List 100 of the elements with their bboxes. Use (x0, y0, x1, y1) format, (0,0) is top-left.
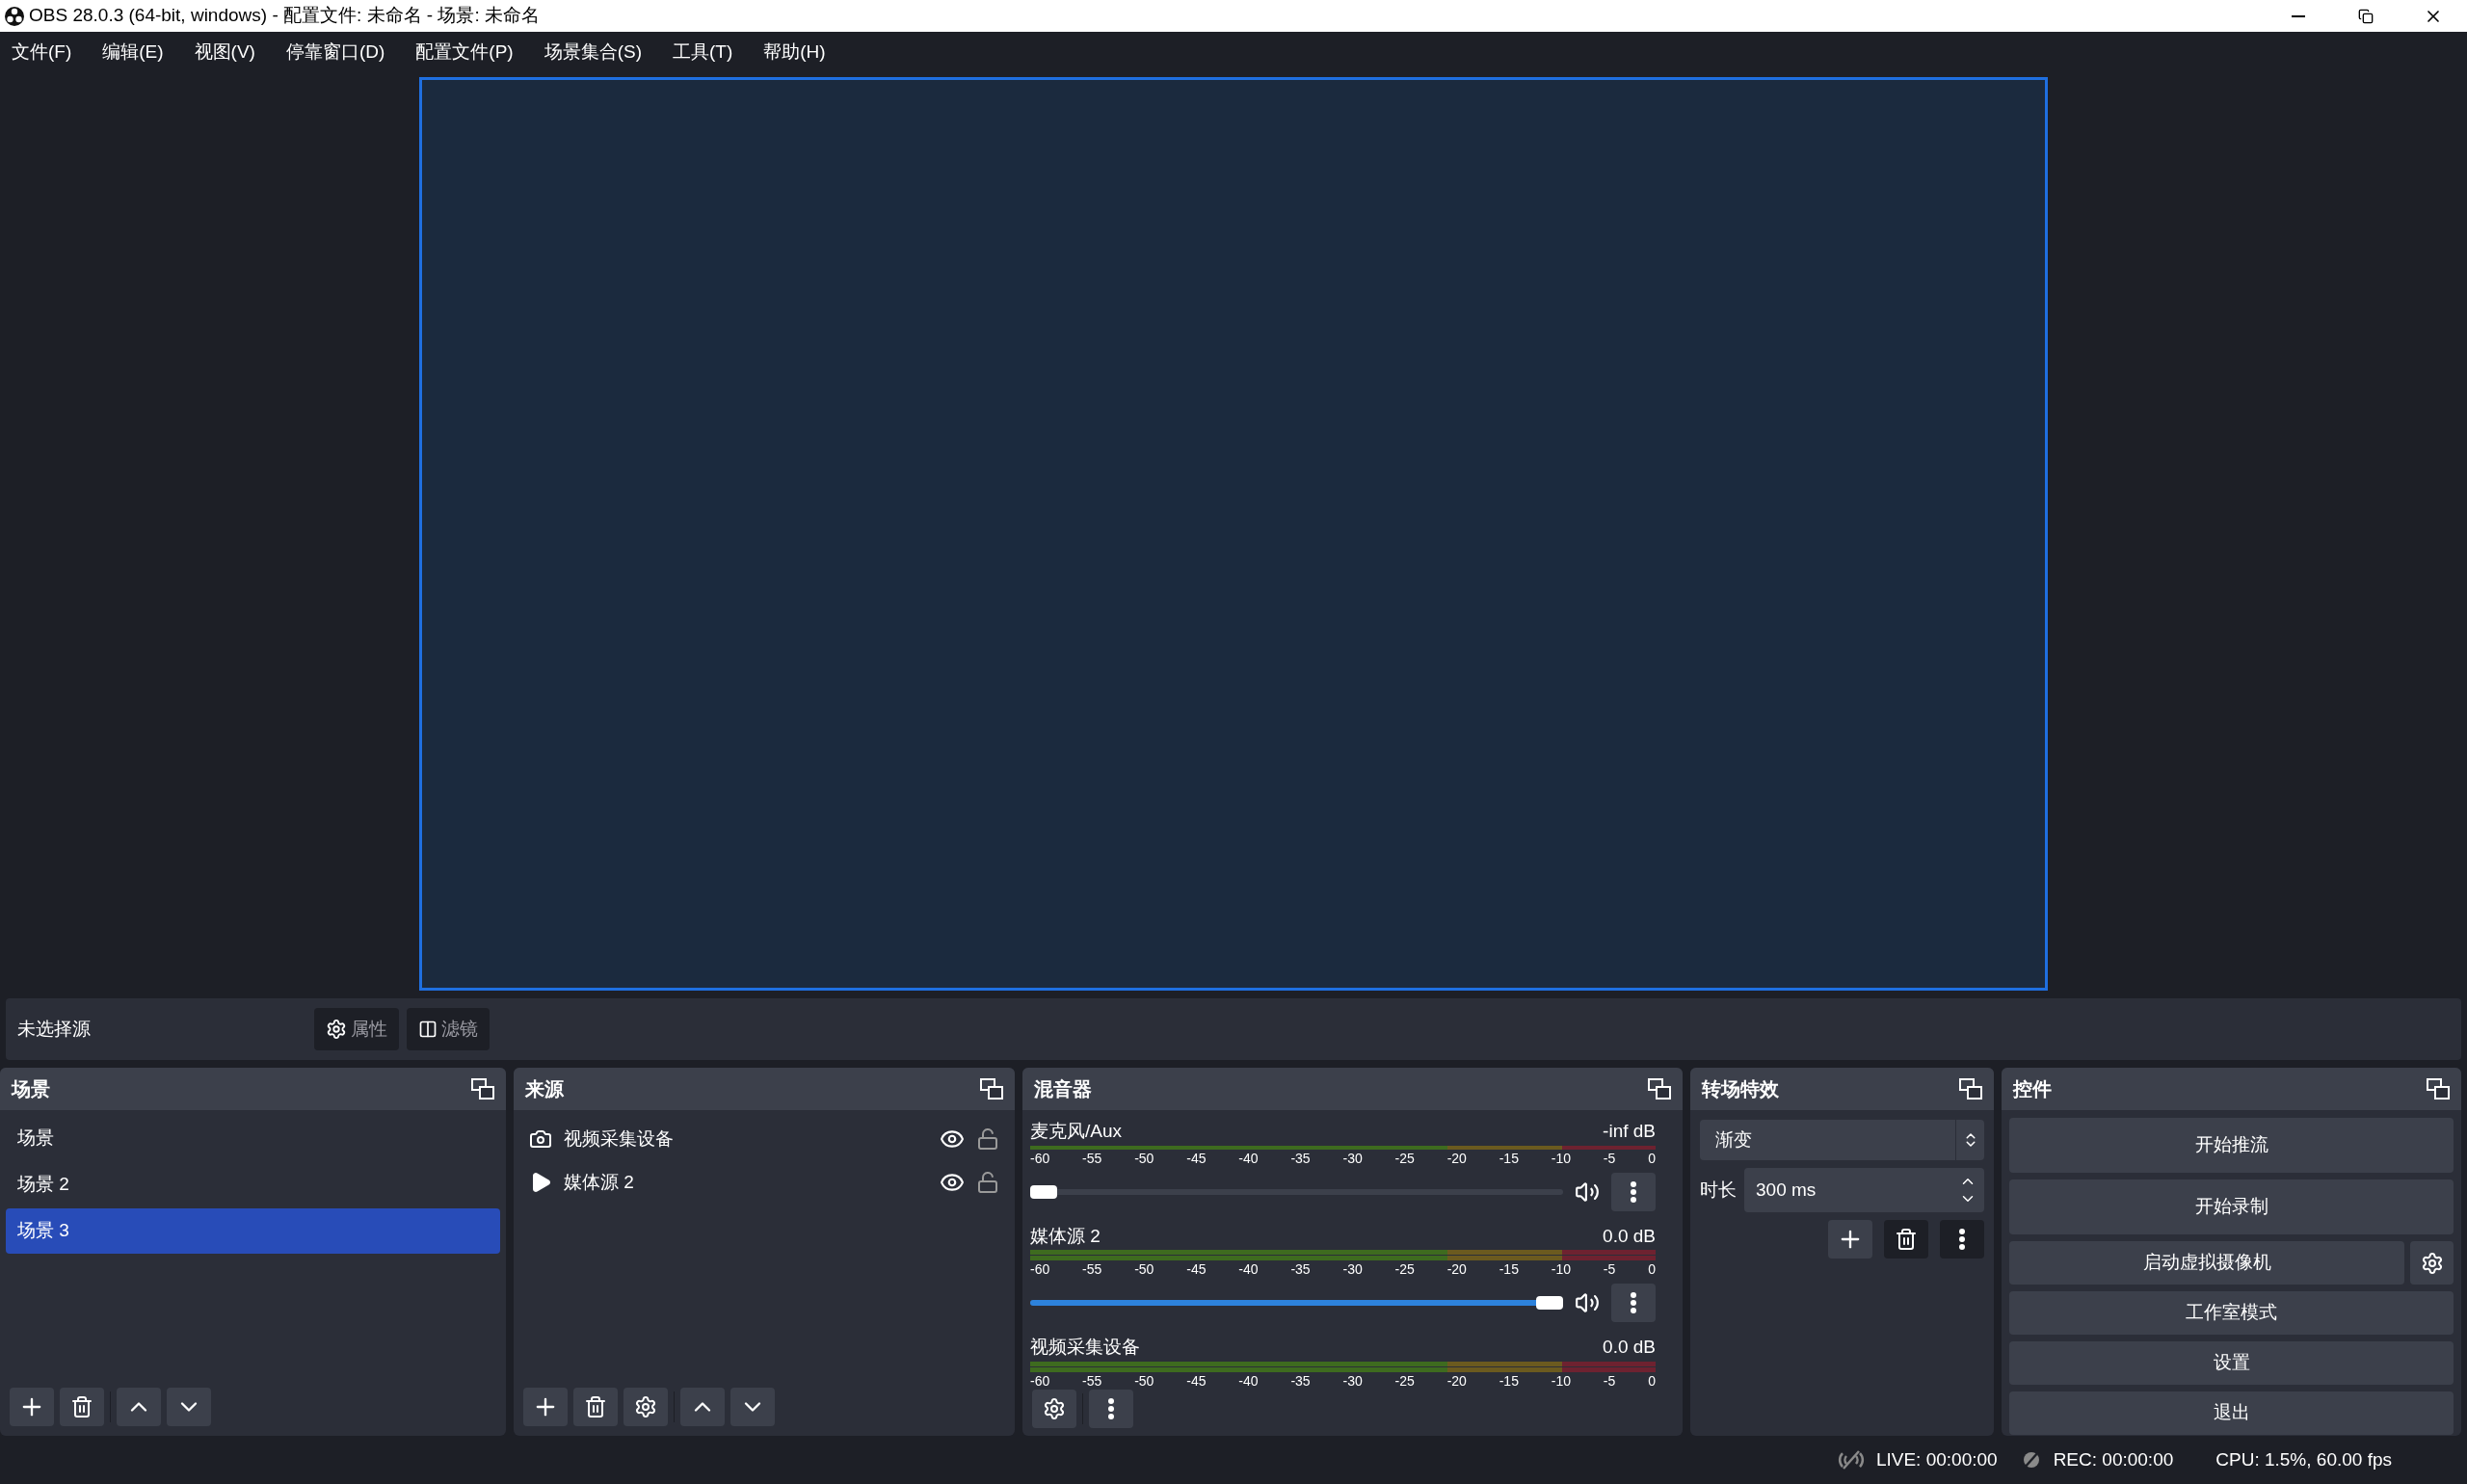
meter-tick-label: -55 (1082, 1373, 1102, 1388)
float-dock-icon[interactable] (2427, 1078, 2450, 1100)
scene-item[interactable]: 场景 2 (6, 1162, 500, 1207)
menu-item[interactable]: 场景集合(S) (540, 38, 646, 66)
app-logo-icon (4, 5, 25, 27)
meter-tick-label: -45 (1186, 1373, 1207, 1388)
channel-name: 媒体源 2 (1030, 1224, 1101, 1248)
meter-tick-label: -60 (1030, 1373, 1050, 1388)
duration-field[interactable]: 300 ms (1744, 1168, 1984, 1212)
open-lock-icon[interactable] (976, 1171, 999, 1194)
meter-tick-label: 0 (1648, 1151, 1656, 1165)
meter-tick-label: -5 (1603, 1151, 1616, 1165)
move-up-button[interactable] (117, 1388, 161, 1426)
float-dock-icon[interactable] (1648, 1078, 1671, 1100)
speaker-icon[interactable] (1575, 1290, 1600, 1315)
minimize-icon (2292, 14, 2305, 17)
source-name[interactable]: 视频采集设备 (564, 1125, 928, 1153)
meter-tick-label: -35 (1290, 1373, 1311, 1388)
menu-item[interactable]: 编辑(E) (98, 38, 168, 66)
menu-item[interactable]: 工具(T) (668, 38, 737, 66)
rec-timer: REC: 00:00:00 (2053, 1447, 2174, 1471)
more-button[interactable] (1611, 1284, 1656, 1322)
float-dock-icon[interactable] (471, 1078, 494, 1100)
menu-item[interactable]: 视图(V) (190, 38, 259, 66)
delete-button[interactable] (573, 1388, 618, 1426)
meter-tick-label: -60 (1030, 1151, 1050, 1165)
meter-tick-label: -15 (1499, 1151, 1519, 1165)
scene-item[interactable]: 场景 3 (6, 1208, 500, 1254)
settings-button[interactable] (2410, 1241, 2454, 1285)
menu-item[interactable]: 文件(F) (8, 38, 76, 66)
dock-title: 控件 (2013, 1077, 2052, 1101)
control-button[interactable]: 开始推流 (2009, 1118, 2454, 1173)
delete-button[interactable] (1884, 1220, 1928, 1259)
settings-button[interactable] (623, 1388, 668, 1426)
meter-tick-label: -50 (1134, 1262, 1154, 1276)
meter-tick-label: -20 (1446, 1373, 1467, 1388)
meter-tick-label: -5 (1603, 1373, 1616, 1388)
control-button[interactable]: 退出 (2009, 1391, 2454, 1435)
transition-select[interactable]: 渐变 (1700, 1120, 1984, 1160)
meter-tick-label: -30 (1342, 1151, 1363, 1165)
meter-tick-label: -40 (1238, 1262, 1259, 1276)
menu-item[interactable]: 配置文件(P) (411, 38, 517, 66)
delete-button[interactable] (60, 1388, 104, 1426)
channel-db-reading: 0.0 dB (1603, 1336, 1656, 1359)
control-button[interactable]: 工作室模式 (2009, 1291, 2454, 1335)
slider-thumb[interactable] (1030, 1184, 1057, 1199)
more-icon (1631, 1180, 1636, 1203)
camera-icon (529, 1127, 552, 1151)
move-down-button[interactable] (730, 1388, 775, 1426)
window-title: OBS 28.0.3 (64-bit, windows) - 配置文件: 未命名 - 场景: 未命名 (29, 4, 540, 28)
meter-tick-label: -30 (1342, 1373, 1363, 1388)
meter-tick-label: -10 (1551, 1262, 1571, 1276)
move-down-button[interactable] (167, 1388, 211, 1426)
open-lock-icon[interactable] (976, 1127, 999, 1151)
dock-title: 转场特效 (1702, 1077, 1779, 1101)
volume-slider[interactable] (1030, 1294, 1563, 1312)
gear-icon (1043, 1397, 1066, 1420)
meter-tick-label: -15 (1499, 1373, 1519, 1388)
dock-title: 来源 (525, 1077, 564, 1101)
menu-item[interactable]: 帮助(H) (759, 38, 830, 66)
move-up-button[interactable] (680, 1388, 725, 1426)
advanced-audio-button[interactable] (1032, 1390, 1076, 1428)
volume-slider[interactable] (1030, 1182, 1563, 1201)
meter-tick-label: -25 (1394, 1373, 1415, 1388)
meter-tick-label: -50 (1134, 1151, 1154, 1165)
meter-tick-label: -55 (1082, 1151, 1102, 1165)
scene-item[interactable]: 场景 (6, 1116, 500, 1161)
more-button[interactable] (1611, 1172, 1656, 1211)
filter-icon (418, 1020, 438, 1039)
control-button[interactable]: 启动虚拟摄像机 (2009, 1241, 2404, 1285)
menu-item[interactable]: 停靠窗口(D) (281, 38, 389, 66)
meter-tick-label: -35 (1290, 1262, 1311, 1276)
more-button[interactable] (1940, 1220, 1984, 1259)
meter-tick-label: -10 (1551, 1151, 1571, 1165)
source-name[interactable]: 媒体源 2 (564, 1168, 928, 1197)
more-button[interactable] (1089, 1390, 1133, 1428)
float-dock-icon[interactable] (980, 1078, 1003, 1100)
gear-icon (326, 1019, 347, 1040)
filters-button[interactable]: 滤镜 (407, 1008, 490, 1050)
restore-icon (2358, 8, 2374, 24)
control-button[interactable]: 设置 (2009, 1341, 2454, 1385)
cpu-fps-readout: CPU: 1.5%, 60.00 fps (2215, 1447, 2392, 1471)
float-dock-icon[interactable] (1959, 1078, 1982, 1100)
meter-tick-label: -10 (1551, 1373, 1571, 1388)
meter-tick-label: -20 (1446, 1151, 1467, 1165)
more-icon (1631, 1292, 1636, 1313)
channel-db-reading: -inf dB (1603, 1120, 1656, 1143)
add-button[interactable] (1828, 1220, 1872, 1259)
gear-icon (634, 1395, 657, 1418)
add-button[interactable] (10, 1388, 54, 1426)
gear-icon (2420, 1251, 2444, 1275)
trash-icon (1895, 1228, 1918, 1251)
meter-tick-label: -60 (1030, 1262, 1050, 1276)
meter-tick-label: -25 (1394, 1151, 1415, 1165)
properties-button[interactable]: 属性 (314, 1008, 399, 1050)
slider-thumb[interactable] (1536, 1296, 1563, 1310)
control-button[interactable]: 开始录制 (2009, 1179, 2454, 1234)
add-button[interactable] (523, 1388, 568, 1426)
meter-tick-label: -30 (1342, 1262, 1363, 1276)
meter-tick-label: -50 (1134, 1373, 1154, 1388)
